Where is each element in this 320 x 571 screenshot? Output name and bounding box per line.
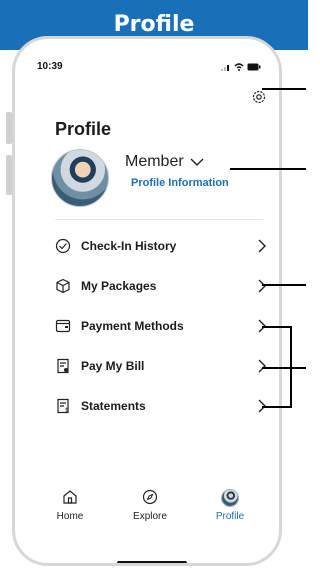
package-icon [55,278,71,294]
wallet-icon [55,318,71,334]
menu-item-label: Pay My Bill [81,359,145,373]
tab-label: Profile [215,511,245,522]
check-circle-icon [55,238,71,254]
compass-icon [142,489,158,505]
tab-label: Home [56,511,84,522]
menu-item-label: My Packages [81,279,157,293]
settings-gear-icon[interactable] [251,89,267,105]
menu-item-label: Check-In History [81,239,177,253]
menu-item-check-in-history[interactable]: Check-In History [55,235,267,257]
profile-avatar-icon [221,489,239,507]
menu-item-pay-my-bill[interactable]: Pay My Bill [55,355,267,377]
menu-item-my-packages[interactable]: My Packages [55,275,267,297]
battery-icon [247,63,261,71]
tab-profile[interactable]: Profile [195,489,265,529]
status-bar: 10:39 [37,61,261,77]
member-selector[interactable]: Member [125,153,204,171]
signal-icon [221,65,229,71]
member-label: Member [125,153,184,170]
status-icons [221,63,261,71]
chevron-right-icon [258,279,266,293]
avatar[interactable] [51,149,109,207]
tab-label: Explore [133,511,167,522]
menu-item-label: Statements [81,399,146,413]
bottom-tab-bar: Home Explore Profile [35,489,265,529]
tab-explore[interactable]: Explore [115,489,185,529]
menu-item-statements[interactable]: $ Statements [55,395,267,417]
tab-home[interactable]: Home [35,489,105,529]
page-title: Profile [55,119,112,139]
chevron-right-icon [258,239,266,253]
statement-icon: $ [55,398,71,414]
phone-screen: 10:39 Profile Member Profile Information… [15,53,279,563]
divider [55,219,263,220]
bill-icon [55,358,71,374]
menu-item-label: Payment Methods [81,319,184,333]
profile-information-link[interactable]: Profile Information [131,177,229,189]
menu-item-payment-methods[interactable]: Payment Methods [55,315,267,337]
chevron-down-icon [190,158,204,166]
annotation-line-member [230,168,306,170]
chevron-right-icon [258,359,266,373]
phone-frame: 10:39 Profile Member Profile Information… [12,36,282,566]
annotation-bracket-middle [262,367,306,369]
annotation-line-packages [262,284,306,286]
annotation-bracket-top [262,326,292,328]
status-time: 10:39 [37,61,63,72]
home-icon [63,490,77,504]
home-indicator [117,561,187,563]
annotation-bracket-vertical [290,326,292,408]
annotation-line-settings [262,88,306,90]
annotation-bracket-bottom [262,406,292,408]
wifi-icon [234,63,244,71]
svg-text:$: $ [65,407,69,414]
